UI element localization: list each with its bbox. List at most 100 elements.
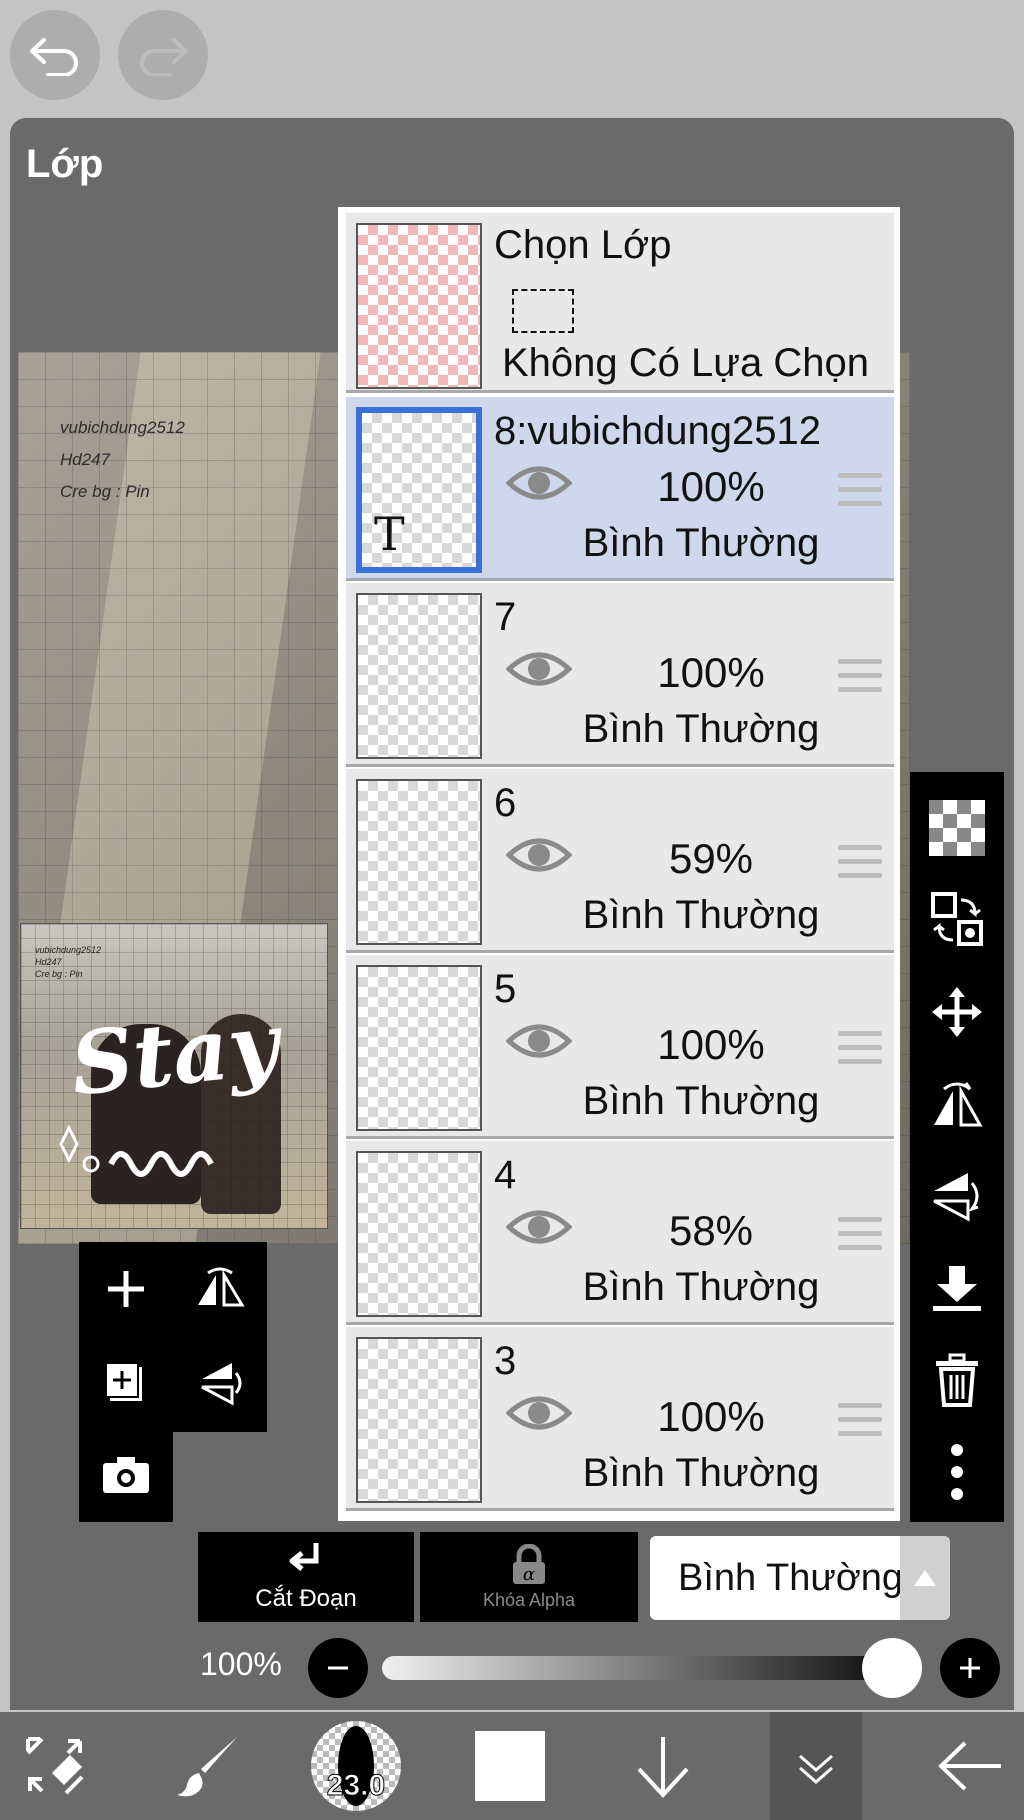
layer-blend-mode: Bình Thường	[582, 1079, 820, 1123]
brush-tool-button[interactable]	[160, 1712, 260, 1820]
layer-opacity[interactable]: 58%	[606, 1207, 816, 1255]
layer-row[interactable]: 5 100% Bình Thường	[346, 955, 894, 1139]
squiggle-decoration	[59, 1124, 214, 1177]
visibility-eye-icon[interactable]	[506, 1393, 572, 1433]
layer-opacity[interactable]: 100%	[606, 1021, 816, 1069]
down-arrow-button[interactable]	[618, 1712, 708, 1820]
layer-opacity[interactable]: 100%	[606, 463, 816, 511]
redo-icon	[140, 38, 188, 76]
merge-down-icon	[933, 1266, 981, 1311]
panel-title: Lớp	[26, 142, 104, 186]
opacity-slider-track[interactable]	[382, 1656, 922, 1680]
visibility-eye-icon[interactable]	[506, 1021, 572, 1061]
drag-handle-icon[interactable]	[838, 659, 882, 701]
flip-horizontal-button[interactable]	[910, 1058, 1004, 1150]
layer-row[interactable]: 7 100% Bình Thường	[346, 583, 894, 767]
layer-thumbnail	[356, 965, 482, 1131]
layer-name: 6	[494, 781, 517, 825]
double-chevron-down-icon	[799, 1754, 833, 1784]
swap-layers-button[interactable]	[910, 874, 1004, 966]
drag-handle-icon[interactable]	[838, 845, 882, 887]
brush-size-value: 23.0	[326, 1769, 386, 1803]
drag-handle-icon[interactable]	[838, 473, 882, 515]
layer-list[interactable]: Chọn Lớp Không Có Lựa Chọn T 8:vubichdun…	[338, 207, 900, 1521]
undo-button[interactable]	[10, 10, 100, 100]
thumb-credit-line: Cre bg : Pin	[35, 969, 83, 979]
add-paper-layer-button[interactable]	[79, 1336, 173, 1430]
more-options-button[interactable]	[910, 1426, 1004, 1518]
text-layer-icon: T	[374, 507, 405, 561]
layer-blend-mode: Bình Thường	[582, 1265, 820, 1309]
plus-icon	[960, 1658, 980, 1678]
checkerboard-icon	[929, 800, 985, 856]
import-photo-button[interactable]	[79, 1428, 173, 1522]
thumb-stay-text: Stay	[66, 993, 284, 1116]
swap-icon	[931, 892, 983, 946]
new-paper-icon	[105, 1362, 142, 1401]
trash-icon	[936, 1353, 978, 1407]
svg-text:α: α	[523, 1564, 535, 1585]
flip-horizontal-icon	[934, 1082, 983, 1127]
arrow-down-icon	[637, 1737, 689, 1798]
transparent-layer-button[interactable]	[910, 782, 1004, 874]
flip-vertical-button[interactable]	[910, 1150, 1004, 1242]
brush-size-button[interactable]: 23.0	[310, 1712, 402, 1820]
brush-icon	[177, 1737, 237, 1797]
layer-opacity[interactable]: 59%	[606, 835, 816, 883]
layer-row[interactable]: 4 58% Bình Thường	[346, 1141, 894, 1325]
drag-handle-icon[interactable]	[838, 1403, 882, 1445]
add-layer-button[interactable]	[79, 1242, 173, 1336]
canvas-thumbnail[interactable]: vubichdung2512 Hd247 Cre bg : Pin Stay	[20, 923, 328, 1229]
layer-row[interactable]: 6 59% Bình Thường	[346, 769, 894, 953]
layer-name: 3	[494, 1339, 517, 1383]
clipping-button[interactable]: Cắt Đoạn	[198, 1532, 414, 1622]
brush-preview: 23.0	[311, 1721, 401, 1811]
minus-icon	[328, 1666, 348, 1670]
triangle-up-icon	[914, 1570, 936, 1586]
blend-mode-select[interactable]: Bình Thường	[650, 1536, 950, 1620]
opacity-slider-thumb[interactable]	[862, 1638, 922, 1698]
visibility-eye-icon[interactable]	[506, 835, 572, 875]
layer-name: 4	[494, 1153, 517, 1197]
transform-tool-button[interactable]	[0, 1712, 110, 1820]
layer-thumbnail	[356, 1151, 482, 1317]
layer-row[interactable]: T 8:vubichdung2512 100% Bình Thường	[346, 397, 894, 581]
blend-mode-arrow[interactable]	[900, 1536, 950, 1620]
opacity-value: 100%	[200, 1646, 282, 1682]
layer-blend-mode: Bình Thường	[582, 521, 820, 565]
opacity-increase-button[interactable]	[940, 1638, 1000, 1698]
layer-thumbnail	[356, 1337, 482, 1503]
thumb-credit-line: Hd247	[35, 957, 62, 967]
selection-layer-title: Chọn Lớp	[494, 223, 672, 267]
layer-blend-mode: Bình Thường	[582, 1451, 820, 1495]
merge-down-button[interactable]	[910, 1242, 1004, 1334]
color-swatch	[475, 1731, 545, 1801]
arrow-left-icon	[938, 1741, 1001, 1791]
drag-handle-icon[interactable]	[838, 1217, 882, 1259]
selection-layer-row[interactable]: Chọn Lớp Không Có Lựa Chọn	[346, 213, 894, 393]
flip-layer-horizontal-button[interactable]	[173, 1242, 267, 1336]
layer-row[interactable]: 3 100% Bình Thường	[346, 1327, 894, 1511]
move-layer-button[interactable]	[910, 966, 1004, 1058]
color-button[interactable]	[470, 1712, 550, 1820]
layer-thumbnail	[356, 593, 482, 759]
opacity-decrease-button[interactable]	[308, 1638, 368, 1698]
flip-horizontal-icon	[198, 1267, 245, 1307]
alpha-lock-label: Khóa Alpha	[482, 1589, 576, 1610]
back-button[interactable]	[920, 1712, 1020, 1820]
thumb-credit-line: vubichdung2512	[35, 945, 102, 955]
layer-opacity[interactable]: 100%	[606, 1393, 816, 1441]
selection-layer-thumbnail	[356, 223, 482, 389]
layer-name: 8:vubichdung2512	[494, 409, 821, 453]
delete-layer-button[interactable]	[910, 1334, 1004, 1426]
redo-button[interactable]	[118, 10, 208, 100]
visibility-eye-icon[interactable]	[506, 1207, 572, 1247]
alpha-lock-button[interactable]: α Khóa Alpha	[420, 1532, 638, 1622]
visibility-eye-icon[interactable]	[506, 463, 572, 503]
visibility-eye-icon[interactable]	[506, 649, 572, 689]
layer-opacity[interactable]: 100%	[606, 649, 816, 697]
layer-name: 7	[494, 595, 517, 639]
layers-button[interactable]	[770, 1712, 862, 1820]
drag-handle-icon[interactable]	[838, 1031, 882, 1073]
flip-layer-vertical-button[interactable]	[173, 1336, 267, 1430]
